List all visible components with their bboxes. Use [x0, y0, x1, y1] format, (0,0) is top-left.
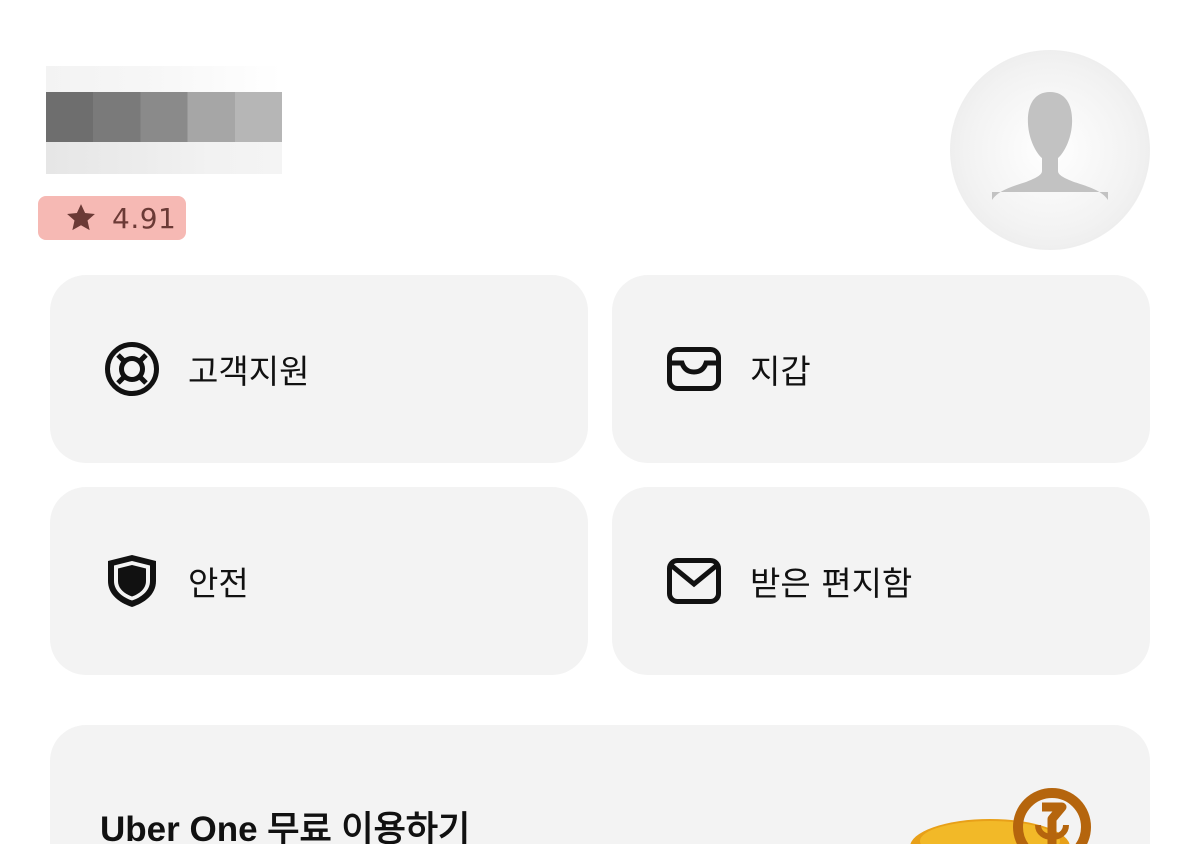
envelope-icon [666, 553, 722, 609]
avatar[interactable] [950, 50, 1150, 250]
uber-one-promo-card[interactable]: Uber One 무료 이용하기 [50, 725, 1150, 844]
lifebuoy-icon [104, 341, 160, 397]
rating-badge[interactable]: 4.91 [38, 196, 186, 240]
safety-label: 안전 [188, 564, 249, 603]
wallet-icon [666, 341, 722, 397]
promo-title: Uber One 무료 이용하기 [100, 810, 471, 844]
user-name-redacted [46, 66, 282, 174]
wallet-label: 지갑 [750, 352, 811, 391]
safety-tile[interactable]: 안전 [50, 487, 588, 675]
support-label: 고객지원 [188, 352, 310, 391]
account-screen: 4.91 고객지원 지갑 안전 받은 편지함 Uber One 무료 이용하기 [0, 0, 1200, 844]
shield-icon [104, 553, 160, 609]
star-icon [67, 204, 95, 231]
rating-value: 4.91 [112, 201, 177, 235]
person-silhouette-icon [992, 92, 1108, 200]
inbox-tile[interactable]: 받은 편지함 [612, 487, 1150, 675]
uber-one-illustration-icon [910, 788, 1091, 844]
inbox-label: 받은 편지함 [750, 564, 913, 603]
support-tile[interactable]: 고객지원 [50, 275, 588, 463]
wallet-tile[interactable]: 지갑 [612, 275, 1150, 463]
